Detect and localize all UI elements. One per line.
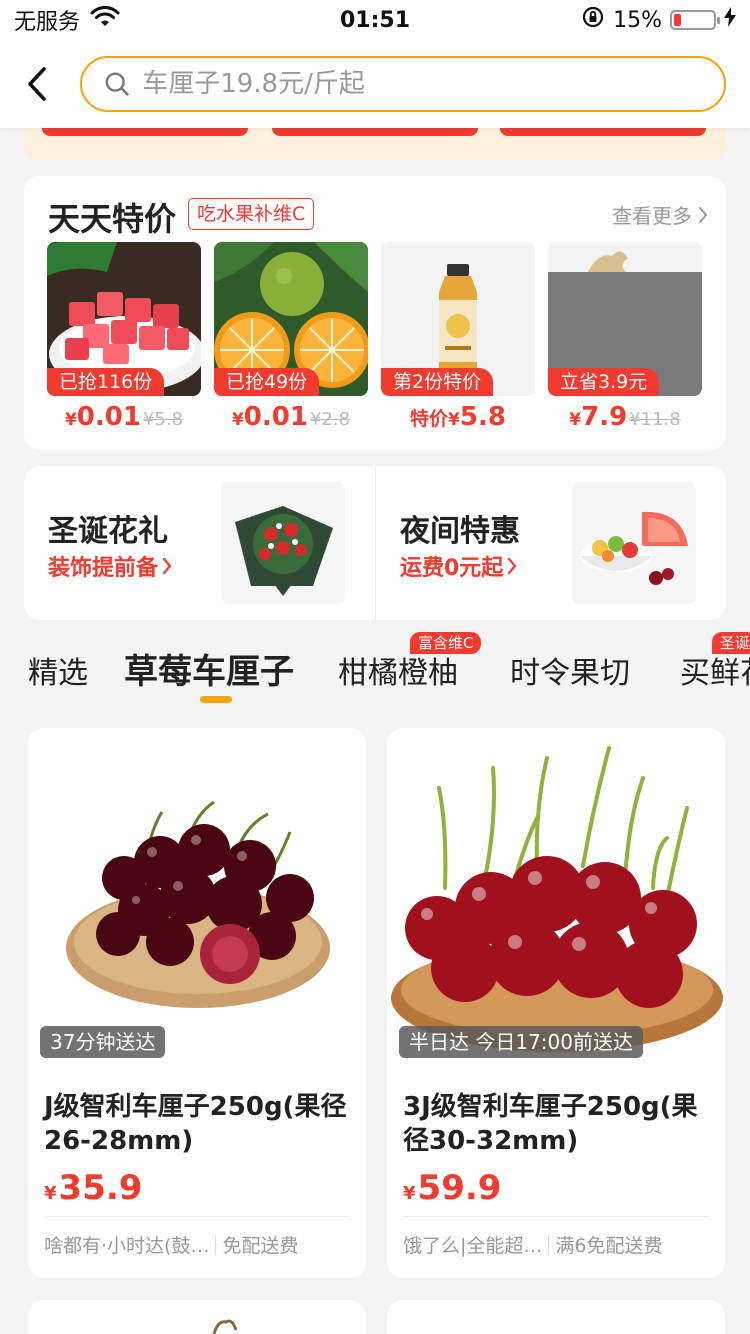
product-image-partial <box>212 1319 238 1334</box>
original-price: ¥5.8 <box>142 409 184 430</box>
product-card[interactable]: 半日达 今日17:00前送达 3J级智利车厘子250g(果径30-32mm) ¥… <box>387 728 725 1278</box>
deal-badge: 立省3.9元 <box>548 368 660 396</box>
tab-badge: 富含维C <box>410 632 482 654</box>
deal-price: ¥0.01 ¥2.8 <box>231 402 351 432</box>
shipping-info: 免配送费 <box>222 1235 299 1257</box>
price-value: 5.8 <box>459 402 506 432</box>
product-image-watermelon: 已抢116份 <box>47 242 201 396</box>
shop-name: 饿了么|全能超… <box>403 1235 543 1257</box>
wifi-icon <box>90 6 120 34</box>
product-price: ¥35.9 <box>44 1168 143 1208</box>
deal-price: ¥7.9 ¥11.8 <box>569 402 681 432</box>
product-card-partial[interactable] <box>387 1300 725 1334</box>
product-image-oranges: 已抢49份 <box>214 242 368 396</box>
delivery-badge: 半日达 今日17:00前送达 <box>399 1026 643 1058</box>
product-image-placeholder: 立省3.9元 <box>548 242 702 396</box>
carrier-label: 无服务 <box>14 10 81 35</box>
back-button[interactable] <box>26 59 66 109</box>
tab-badge: 圣诞 <box>712 632 750 654</box>
promo-banner[interactable] <box>24 128 726 160</box>
deal-badge: 已抢116份 <box>47 368 165 396</box>
battery-percent: 15% <box>613 7 662 33</box>
fruit-bowl-image <box>572 482 696 604</box>
charging-icon <box>724 7 736 33</box>
shop-name: 啥都有·小时达(鼓… <box>44 1235 210 1257</box>
category-tabs: 精选 草莓车厘子 柑橘橙柚 富含维C 时令果切 买鲜花 圣诞 <box>0 630 750 720</box>
search-box[interactable] <box>80 56 726 112</box>
product-image-cherries-large <box>387 728 725 1062</box>
chevron-left-icon <box>28 67 46 101</box>
price-value: 0.01 <box>243 402 308 432</box>
section-tag: 吃水果补维C <box>188 198 315 230</box>
status-bar: 无服务 01:51 15% <box>0 0 750 40</box>
deal-item[interactable]: 第2份特价 特价¥5.8 <box>381 242 535 432</box>
deal-item[interactable]: 已抢116份 ¥0.01 ¥5.8 <box>47 242 201 432</box>
promo-card-christmas-flowers[interactable]: 圣诞花礼 装饰提前备 <box>24 466 375 620</box>
deal-price: ¥0.01 ¥5.8 <box>64 402 184 432</box>
promo-cards: 圣诞花礼 装饰提前备 夜间特惠 运费0元起 <box>24 466 726 620</box>
tab-citrus[interactable]: 柑橘橙柚 <box>338 648 458 692</box>
bouquet-image <box>221 482 345 604</box>
battery-icon <box>670 10 720 30</box>
product-name: J级智利车厘子250g(果径26-28mm) <box>44 1092 347 1156</box>
search-icon <box>105 72 129 96</box>
promo-subtitle: 运费0元起 <box>400 550 517 582</box>
product-card-partial[interactable] <box>28 1300 366 1334</box>
promo-subtitle: 装饰提前备 <box>48 550 172 582</box>
original-price: ¥2.8 <box>309 409 351 430</box>
promo-title: 圣诞花礼 <box>48 514 168 549</box>
daily-deals-section: 天天特价 吃水果补维C 查看更多 已抢116份 ¥0.01 ¥5.8 已抢49份… <box>24 176 726 450</box>
price-prefix: 特价 <box>410 408 449 430</box>
banner-button-2[interactable] <box>272 128 478 136</box>
status-right: 15% <box>581 5 736 35</box>
tab-strawberry-cherry[interactable]: 草莓车厘子 <box>124 644 294 693</box>
deal-item[interactable]: 已抢49份 ¥0.01 ¥2.8 <box>214 242 368 432</box>
card-footer: 啥都有·小时达(鼓… 免配送费 <box>44 1216 350 1258</box>
deal-item[interactable]: 立省3.9元 ¥7.9 ¥11.8 <box>548 242 702 432</box>
section-title: 天天特价 <box>48 200 177 238</box>
deal-price: 特价¥5.8 <box>410 402 506 432</box>
deal-badge: 第2份特价 <box>381 368 494 396</box>
see-more-link[interactable]: 查看更多 <box>612 200 708 229</box>
banner-button-3[interactable] <box>500 128 706 136</box>
price-value: 7.9 <box>581 402 628 432</box>
see-more-label: 查看更多 <box>612 204 692 228</box>
promo-card-night-deals[interactable]: 夜间特惠 运费0元起 <box>375 466 726 620</box>
chevron-right-icon <box>162 557 172 575</box>
product-price: ¥59.9 <box>403 1168 502 1208</box>
search-input[interactable] <box>142 69 702 99</box>
active-tab-indicator <box>200 696 232 703</box>
product-name: 3J级智利车厘子250g(果径30-32mm) <box>403 1092 698 1156</box>
shipping-info: 满6免配送费 <box>555 1235 663 1257</box>
card-footer: 饿了么|全能超… 满6免配送费 <box>403 1216 709 1258</box>
nav-bar <box>0 40 750 128</box>
delivery-badge: 37分钟送达 <box>40 1026 166 1058</box>
product-image-drink: 第2份特价 <box>381 242 535 396</box>
rotation-lock-icon <box>581 5 605 35</box>
chevron-right-icon <box>699 206 708 223</box>
tab-flowers[interactable]: 买鲜花 <box>680 648 750 692</box>
product-card[interactable]: 37分钟送达 J级智利车厘子250g(果径26-28mm) ¥35.9 啥都有·… <box>28 728 366 1278</box>
tab-jingxuan[interactable]: 精选 <box>28 648 88 692</box>
promo-title: 夜间特惠 <box>400 514 520 549</box>
deal-badge: 已抢49份 <box>214 368 320 396</box>
tab-fruit-cuts[interactable]: 时令果切 <box>510 648 630 692</box>
original-price: ¥11.8 <box>629 409 681 430</box>
chevron-right-icon <box>508 557 517 575</box>
price-value: 0.01 <box>76 402 141 432</box>
status-left: 无服务 <box>14 4 120 36</box>
product-image-cherries <box>28 728 366 1062</box>
banner-button-1[interactable] <box>42 128 248 136</box>
